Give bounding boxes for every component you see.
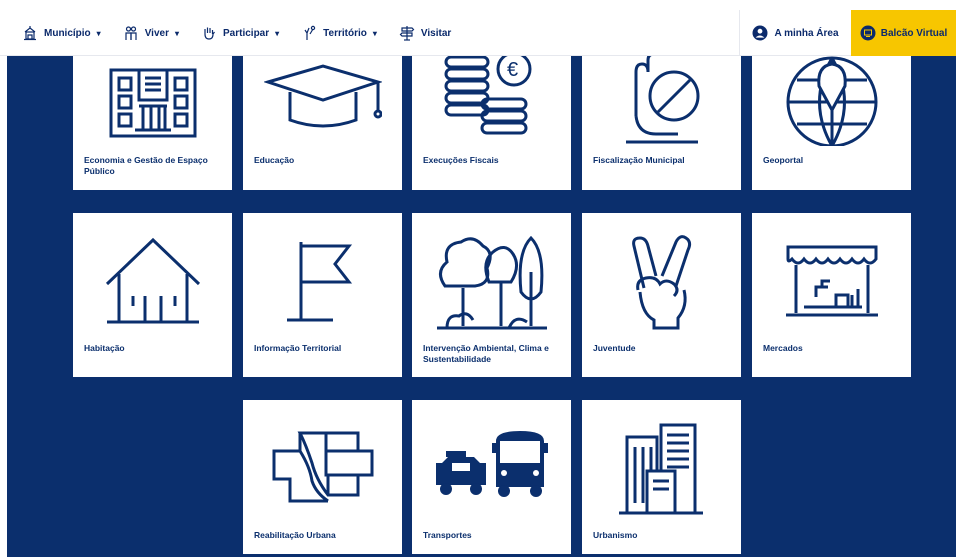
urban-map-icon [272,431,373,503]
nav-item-visitar[interactable]: Visitar [399,25,451,41]
virtual-counter-icon [860,25,876,41]
service-card-label: Habitação [84,343,125,353]
nav-label-municipio: Município [44,27,91,39]
service-card-label: Intervenção Ambiental, Clima e Sustentab… [423,343,549,364]
service-card-informacao-territorial[interactable]: Informação Territorial [243,213,402,377]
service-card-educacao[interactable]: Educação [243,43,402,190]
service-card-economia[interactable]: Economia e Gestão de Espaço Público [73,43,232,190]
building-icon [24,26,36,41]
chevron-down-icon: ▾ [372,28,377,38]
trees-icon [436,235,547,330]
page: Município ▾ Viver ▾ Participar ▾ Territó… [0,0,956,557]
graduation-cap-icon [263,64,382,128]
service-card-label: Informação Territorial [254,343,342,353]
nav-item-municipio[interactable]: Município ▾ [22,25,101,41]
header-tools: A minha Área Balcão Virtual [739,10,956,56]
building-facade-icon [109,68,196,138]
coins-euro-icon: € [444,51,531,135]
service-card-urbanismo[interactable]: Urbanismo [582,400,741,554]
service-card-label: Juventude [593,343,636,353]
pin-hand-icon [304,25,316,40]
service-card-label: Reabilitação Urbana [254,530,336,540]
top-navigation-bar: Município ▾ Viver ▾ Participar ▾ Territó… [0,10,956,56]
service-card-label: Economia e Gestão de Espaço Público [84,155,208,176]
chevron-down-icon: ▾ [96,28,101,38]
flag-icon [286,242,352,322]
nav-label-territorio: Território [323,27,367,39]
service-card-juventude[interactable]: Juventude [582,213,741,377]
service-card-execucoes-fiscais[interactable]: € Execuções Fiscais [412,43,571,190]
balcao-virtual-button[interactable]: Balcão Virtual [851,10,956,56]
service-card-label: Fiscalização Municipal [593,155,685,165]
taxi-bus-icon [435,431,548,497]
nav-item-territorio[interactable]: Território ▾ [301,25,377,41]
house-icon [105,237,200,324]
service-card-mercados[interactable]: Mercados [752,213,911,377]
signpost-icon [399,26,415,41]
my-area-label: A minha Área [774,27,839,39]
nav-label-participar: Participar [223,27,270,39]
chevron-down-icon: ▾ [275,28,280,38]
service-card-fiscalizacao[interactable]: Fiscalização Municipal [582,43,741,190]
service-card-label: Geoportal [763,155,804,165]
people-icon [125,26,137,40]
hand-icon [204,27,215,40]
hand-stop-icon [625,52,699,144]
nav-item-viver[interactable]: Viver ▾ [123,25,179,41]
svg-text:€: € [507,59,518,81]
service-card-label: Urbanismo [593,530,638,540]
user-icon [752,25,768,41]
service-card-label: Mercados [763,343,803,353]
main-nav: Município ▾ Viver ▾ Participar ▾ Territó… [22,10,473,56]
service-card-label: Transportes [423,530,472,540]
nav-label-viver: Viver [144,27,169,39]
service-card-label: Execuções Fiscais [423,155,499,165]
service-card-habitacao[interactable]: Habitação [73,213,232,377]
service-card-transportes[interactable]: Transportes [412,400,571,554]
nav-item-participar[interactable]: Participar ▾ [201,25,279,41]
service-card-label: Educação [254,155,295,165]
my-area-button[interactable]: A minha Área [739,10,851,56]
chevron-down-icon: ▾ [174,28,179,38]
buildings-icon [618,423,703,515]
balcao-virtual-label: Balcão Virtual [880,27,948,39]
service-card-reabilitacao-urbana[interactable]: Reabilitação Urbana [243,400,402,554]
peace-hand-icon [631,235,691,330]
nav-label-visitar: Visitar [420,27,452,39]
service-card-intervencao-ambiental[interactable]: Intervenção Ambiental, Clima e Sustentab… [412,213,571,377]
globe-pin-icon [786,56,877,146]
service-card-geoportal[interactable]: Geoportal [752,43,911,190]
market-stall-icon [785,245,878,317]
